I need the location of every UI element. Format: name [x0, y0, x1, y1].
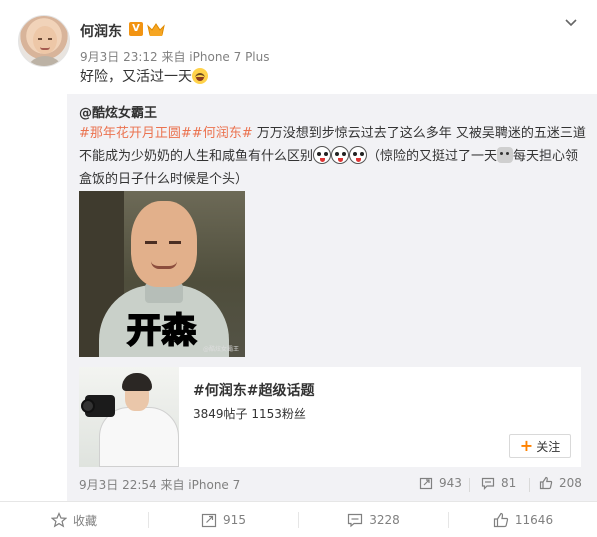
- original-text-part: （惊险的又挺过了一天: [367, 149, 498, 164]
- repost-forward-button[interactable]: 943: [419, 476, 462, 490]
- forward-count: 943: [439, 476, 462, 490]
- repost-comment-button[interactable]: 81: [481, 476, 516, 490]
- follow-button[interactable]: + 关注: [509, 434, 571, 458]
- divider: [529, 478, 530, 492]
- super-topic-card[interactable]: #何润东#超级话题 3849帖子 1153粉丝 + 关注: [79, 367, 581, 467]
- avatar-body: [25, 56, 65, 66]
- original-text: #那年花开月正圆##何润东# 万万没想到步惊云过去了这么多年 又被吴聘迷的五迷三…: [79, 122, 591, 191]
- chevron-down-icon[interactable]: [563, 15, 579, 31]
- forward-icon: [419, 476, 433, 490]
- comment-button[interactable]: 3228: [299, 502, 448, 537]
- image-head: [131, 201, 197, 287]
- doge-emoji-icon: [497, 147, 514, 163]
- shocked-emoji-icon: [313, 146, 332, 164]
- like-count: 208: [559, 476, 582, 490]
- author-name[interactable]: 何润东: [80, 21, 122, 41]
- plus-icon: +: [519, 436, 534, 455]
- avatar-mouth: [40, 47, 50, 50]
- post-text-content: 好险，又活过一天: [80, 69, 192, 85]
- post-image[interactable]: 开森 @酷炫女霸王: [79, 191, 245, 357]
- avatar-eye: [38, 38, 42, 40]
- repost-like-button[interactable]: 208: [539, 476, 582, 490]
- verified-icon[interactable]: V: [129, 22, 143, 36]
- thumbs-up-icon: [493, 512, 509, 528]
- comment-icon: [481, 476, 495, 490]
- like-count: 11646: [514, 513, 554, 527]
- action-bar: 收藏 915 3228 11646: [0, 501, 597, 537]
- post-header: 何润东 V 9月3日 23:12 来自 iPhone 7 Plus 好险，又活过…: [0, 0, 597, 94]
- thumbnail-lens: [81, 399, 95, 413]
- topic-thumbnail: [79, 367, 179, 467]
- repost-footer: 9月3日 22:54 来自 iPhone 7 943 81 208: [79, 476, 591, 494]
- thumbs-up-icon: [539, 476, 553, 490]
- forward-button[interactable]: 915: [149, 502, 298, 537]
- image-eyes: [145, 241, 157, 244]
- thumbnail-hair: [122, 373, 152, 391]
- like-button[interactable]: 11646: [449, 502, 597, 537]
- member-crown-icon[interactable]: [147, 22, 165, 37]
- comment-count: 81: [501, 476, 517, 490]
- topic-tag-link[interactable]: #何润东#: [192, 126, 253, 141]
- repost-meta: 9月3日 22:54 来自 iPhone 7: [79, 478, 241, 492]
- post-meta: 9月3日 23:12 来自 iPhone 7 Plus: [80, 50, 270, 64]
- laugh-cry-emoji-icon: [192, 68, 208, 84]
- topic-stats: 3849帖子 1153粉丝: [193, 407, 306, 421]
- comment-count: 3228: [369, 513, 400, 527]
- image-smile: [151, 261, 177, 269]
- topic-title[interactable]: #何润东#超级话题: [193, 380, 314, 400]
- author-avatar[interactable]: [18, 15, 70, 67]
- favorite-label: 收藏: [72, 513, 97, 528]
- star-icon: [50, 512, 67, 528]
- divider: [469, 478, 470, 492]
- comment-icon: [347, 512, 363, 528]
- avatar-eye: [48, 38, 52, 40]
- shocked-emoji-icon: [331, 146, 350, 164]
- favorite-button[interactable]: 收藏: [0, 502, 148, 537]
- forward-icon: [201, 512, 217, 528]
- topic-tag-link[interactable]: #那年花开月正圆#: [79, 126, 192, 141]
- follow-label: 关注: [536, 439, 561, 454]
- original-author[interactable]: @酷炫女霸王: [79, 102, 157, 121]
- image-watermark: @酷炫女霸王: [202, 346, 239, 353]
- post-text: 好险，又活过一天: [80, 66, 208, 86]
- repost-container: @酷炫女霸王 #那年花开月正圆##何润东# 万万没想到步惊云过去了这么多年 又被…: [67, 94, 597, 501]
- forward-count: 915: [223, 513, 246, 527]
- shocked-emoji-icon: [349, 146, 368, 164]
